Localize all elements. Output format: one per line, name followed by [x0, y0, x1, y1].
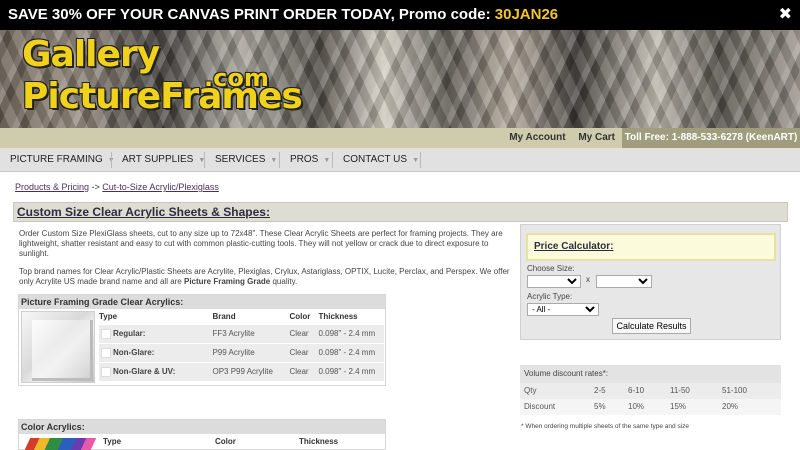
my-cart-link[interactable]: My Cart — [578, 132, 615, 143]
clear-acrylics-header: Picture Framing Grade Clear Acrylics: — [19, 295, 385, 309]
breadcrumb-products-pricing[interactable]: Products & Pricing — [15, 182, 89, 192]
nav-item-pros[interactable]: PROS ▼ — [290, 148, 330, 172]
main-nav: PICTURE FRAMING▼ ART SUPPLIES▼ SERVICES▼… — [0, 148, 800, 172]
brands-paragraph: Top brand names for Clear Acrylic/Plasti… — [19, 267, 510, 286]
volume-discount-table: Volume discount rates*: Qty 2-5 6-10 11-… — [520, 365, 781, 430]
header-banner: Gallery .com PictureFrames — [0, 30, 800, 128]
table-row: Discount 5% 10% 15% 20% — [520, 399, 781, 415]
page-title: Custom Size Clear Acrylic Sheets & Shape… — [17, 205, 270, 219]
chevron-down-icon: ▼ — [270, 157, 278, 164]
nav-item-services[interactable]: SERVICES ▼ — [215, 148, 277, 172]
nav-divider — [332, 152, 333, 168]
volume-discount-note: * When ordering multiple sheets of the s… — [521, 423, 690, 430]
size-x-label: x — [586, 275, 590, 284]
volume-discount-title: Volume discount rates*: — [520, 365, 781, 383]
picture-framing-grade-text: Picture Framing Grade — [184, 277, 271, 286]
height-select[interactable] — [596, 275, 652, 288]
nav-item-art-supplies[interactable]: ART SUPPLIES ▼ — [122, 148, 205, 172]
breadcrumb-separator: -> — [89, 182, 103, 192]
nav-divider — [111, 152, 112, 168]
table-row[interactable]: Regular: FF3 Acrylite Clear 0.098" - 2.4… — [99, 323, 384, 343]
promo-text: SAVE 30% OFF YOUR CANVAS PRINT ORDER TOD… — [8, 6, 491, 23]
nav-divider — [420, 152, 421, 168]
account-bar: My Account My Cart Toll Free: 1-888-533-… — [0, 128, 800, 148]
acrylic-type-select[interactable]: - All - — [527, 303, 599, 316]
intro-paragraph: Order Custom Size PlexiGlass sheets, cut… — [19, 229, 503, 258]
row-checkbox[interactable] — [101, 328, 111, 339]
nav-item-contact-us[interactable]: CONTACT US ▼ — [343, 148, 419, 172]
acrylic-type-label: Acrylic Type: — [527, 292, 573, 301]
promo-code: 30JAN26 — [494, 6, 559, 23]
row-checkbox[interactable] — [101, 366, 111, 377]
table-header-row: Type Brand Color Thickness — [99, 312, 358, 322]
breadcrumb: Products & Pricing -> Cut-to-Size Acryli… — [15, 182, 219, 192]
price-calculator: Price Calculator: Choose Size: x Acrylic… — [520, 224, 781, 340]
row-checkbox[interactable] — [101, 347, 111, 358]
close-icon[interactable]: ✖ — [779, 0, 792, 30]
table-row: Qty 2-5 6-10 11-50 51-100 — [520, 383, 781, 399]
my-account-link[interactable]: My Account — [509, 132, 565, 143]
logo-line2: PictureFrames — [22, 76, 303, 117]
acrylics-grid: Type Brand Color Thickness Regular: FF3 … — [99, 310, 384, 381]
calculate-results-button[interactable]: Calculate Results — [612, 318, 691, 334]
table-row[interactable]: Non-Glare & UV: OP3 P99 Acrylite Clear 0… — [99, 361, 384, 381]
color-acrylics-header: Color Acrylics: — [19, 420, 385, 434]
promo-bar: SAVE 30% OFF YOUR CANVAS PRINT ORDER TOD… — [0, 0, 800, 30]
chevron-down-icon: ▼ — [412, 157, 420, 164]
nav-item-picture-framing[interactable]: PICTURE FRAMING▼ — [10, 148, 115, 172]
table-row[interactable]: Non-Glare: P99 Acrylite Clear 0.098" - 2… — [99, 342, 384, 362]
acrylic-sheet-image — [21, 311, 95, 383]
nav-divider — [279, 152, 280, 168]
toll-free-number: Toll Free: 1-888-533-6278 (KeenART) — [622, 128, 800, 148]
width-select[interactable] — [527, 275, 581, 288]
price-calculator-title: Price Calculator: — [534, 241, 614, 252]
choose-size-label: Choose Size: — [527, 264, 575, 273]
price-calculator-title-box: Price Calculator: — [526, 233, 776, 261]
nav-divider — [204, 152, 205, 168]
clear-acrylics-table: Picture Framing Grade Clear Acrylics: Ty… — [18, 294, 386, 386]
color-acrylics-image — [23, 438, 97, 450]
color-acrylics-table: Color Acrylics: Type Color Thickness — [18, 419, 386, 450]
breadcrumb-cut-to-size[interactable]: Cut-to-Size Acrylic/Plexiglass — [102, 182, 219, 192]
logo-line1: Gallery — [22, 34, 160, 75]
page-title-bar: Custom Size Clear Acrylic Sheets & Shape… — [13, 202, 788, 222]
chevron-down-icon: ▼ — [323, 157, 331, 164]
